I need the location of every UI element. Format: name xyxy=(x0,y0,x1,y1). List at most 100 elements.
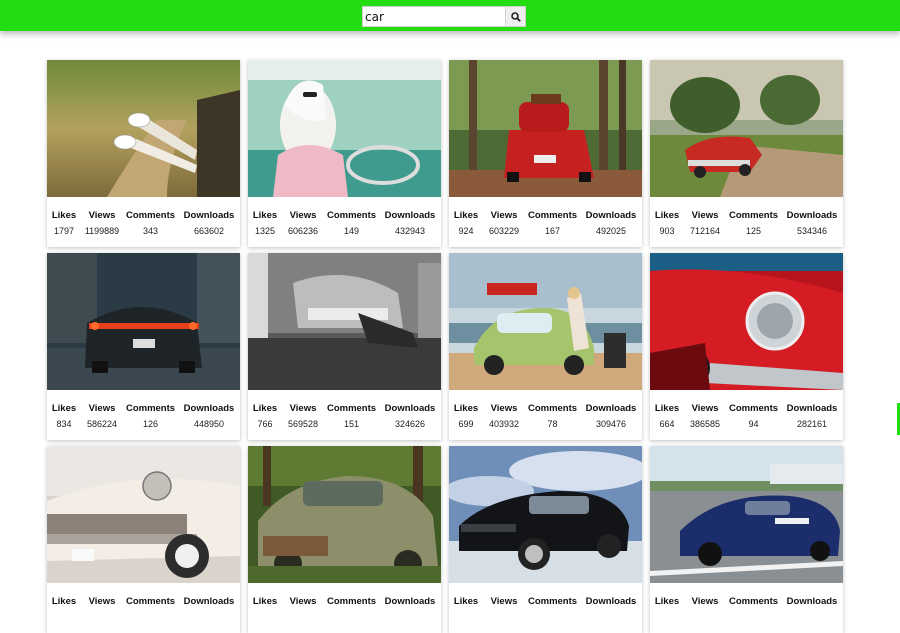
comments-label: Comments xyxy=(527,210,578,221)
likes-value: 903 xyxy=(659,226,675,236)
downloads-label: Downloads xyxy=(585,403,637,414)
views-value: 386585 xyxy=(689,419,721,429)
likes-value: 664 xyxy=(659,419,675,429)
card-stats: Likes 903 Views 712164 Comments 125 Downloa… xyxy=(650,197,843,237)
comments-label: Comments xyxy=(728,210,779,221)
downloads-value: 492025 xyxy=(595,226,627,236)
comments-value: 126 xyxy=(142,419,159,429)
likes-value: 924 xyxy=(458,226,474,236)
image-card[interactable]: Likes Views Comments Downloads xyxy=(449,446,642,633)
views-label: Views xyxy=(691,403,719,414)
car-photo[interactable] xyxy=(47,253,240,390)
downloads-label: Downloads xyxy=(183,403,235,414)
views-value: 712164 xyxy=(689,226,721,236)
car-photo[interactable] xyxy=(449,60,642,197)
likes-label: Likes xyxy=(453,210,479,221)
likes-label: Likes xyxy=(51,403,77,414)
search-input[interactable] xyxy=(363,7,505,26)
downloads-label: Downloads xyxy=(786,403,838,414)
views-value: 606236 xyxy=(287,226,319,236)
card-stats: Likes 699 Views 403932 Comments 78 Download… xyxy=(449,390,642,430)
image-card[interactable]: Likes 924 Views 603229 Comments 167 Downloa… xyxy=(449,60,642,247)
views-label: Views xyxy=(490,210,518,221)
image-card[interactable]: Likes 1797 Views 1199889 Comments 343 Downl… xyxy=(47,60,240,247)
views-label: Views xyxy=(691,210,719,221)
image-card[interactable]: Likes Views Comments Downloads xyxy=(650,446,843,633)
views-label: Views xyxy=(88,210,116,221)
card-stats: Likes 664 Views 386585 Comments 94 Download… xyxy=(650,390,843,430)
comments-value: 167 xyxy=(544,226,561,236)
views-label: Views xyxy=(490,596,518,607)
comments-value: 94 xyxy=(748,419,759,429)
views-label: Views xyxy=(490,403,518,414)
car-photo[interactable] xyxy=(248,446,441,583)
likes-label: Likes xyxy=(252,403,278,414)
image-grid: Likes 1797 Views 1199889 Comments 343 Downl… xyxy=(47,60,843,633)
views-label: Views xyxy=(88,596,116,607)
search-button[interactable] xyxy=(505,7,525,26)
likes-value: 1797 xyxy=(53,226,75,236)
downloads-value: 309476 xyxy=(595,419,627,429)
card-stats: Likes Views Comments Downloads xyxy=(449,583,642,611)
comments-value: 151 xyxy=(343,419,360,429)
image-card[interactable]: Likes 1325 Views 606236 Comments 149 Downlo… xyxy=(248,60,441,247)
car-photo[interactable] xyxy=(449,253,642,390)
comments-label: Comments xyxy=(326,403,377,414)
card-stats: Likes 1797 Views 1199889 Comments 343 Downl… xyxy=(47,197,240,237)
downloads-value: 324626 xyxy=(394,419,426,429)
search-box xyxy=(362,6,526,27)
views-value: 603229 xyxy=(488,226,520,236)
card-stats: Likes 766 Views 569528 Comments 151 Downloa… xyxy=(248,390,441,430)
downloads-value: 448950 xyxy=(193,419,225,429)
image-card[interactable]: Likes 766 Views 569528 Comments 151 Downloa… xyxy=(248,253,441,440)
downloads-value: 663602 xyxy=(193,226,225,236)
car-photo[interactable] xyxy=(650,253,843,390)
card-stats: Likes 1325 Views 606236 Comments 149 Downlo… xyxy=(248,197,441,237)
likes-label: Likes xyxy=(654,403,680,414)
car-photo[interactable] xyxy=(650,446,843,583)
downloads-label: Downloads xyxy=(183,210,235,221)
likes-label: Likes xyxy=(654,210,680,221)
comments-label: Comments xyxy=(728,596,779,607)
likes-value: 699 xyxy=(458,419,474,429)
likes-label: Likes xyxy=(252,210,278,221)
downloads-value: 534346 xyxy=(796,226,828,236)
top-bar xyxy=(0,0,900,31)
likes-label: Likes xyxy=(453,403,479,414)
views-label: Views xyxy=(691,596,719,607)
comments-value: 343 xyxy=(142,226,159,236)
image-card[interactable]: Likes Views Comments Downloads xyxy=(47,446,240,633)
likes-label: Likes xyxy=(51,596,77,607)
downloads-label: Downloads xyxy=(786,210,838,221)
image-card[interactable]: Likes 834 Views 586224 Comments 126 Downloa… xyxy=(47,253,240,440)
comments-label: Comments xyxy=(125,596,176,607)
car-photo[interactable] xyxy=(47,446,240,583)
downloads-value: 432943 xyxy=(394,226,426,236)
image-card[interactable]: Likes Views Comments Downloads xyxy=(248,446,441,633)
car-photo[interactable] xyxy=(248,60,441,197)
card-stats: Likes Views Comments Downloads xyxy=(248,583,441,611)
likes-value: 1325 xyxy=(254,226,276,236)
downloads-value: 282161 xyxy=(796,419,828,429)
comments-value: 125 xyxy=(745,226,762,236)
views-label: Views xyxy=(289,210,317,221)
image-card[interactable]: Likes 699 Views 403932 Comments 78 Download… xyxy=(449,253,642,440)
card-stats: Likes Views Comments Downloads xyxy=(47,583,240,611)
comments-label: Comments xyxy=(527,596,578,607)
comments-value: 149 xyxy=(343,226,360,236)
search-icon xyxy=(510,11,521,22)
card-stats: Likes 924 Views 603229 Comments 167 Downloa… xyxy=(449,197,642,237)
image-card[interactable]: Likes 664 Views 386585 Comments 94 Download… xyxy=(650,253,843,440)
comments-label: Comments xyxy=(326,210,377,221)
car-photo[interactable] xyxy=(449,446,642,583)
car-photo[interactable] xyxy=(650,60,843,197)
likes-label: Likes xyxy=(453,596,479,607)
comments-label: Comments xyxy=(125,403,176,414)
likes-label: Likes xyxy=(51,210,77,221)
car-photo[interactable] xyxy=(47,60,240,197)
comments-label: Comments xyxy=(326,596,377,607)
car-photo[interactable] xyxy=(248,253,441,390)
image-card[interactable]: Likes 903 Views 712164 Comments 125 Downloa… xyxy=(650,60,843,247)
comments-label: Comments xyxy=(527,403,578,414)
views-label: Views xyxy=(88,403,116,414)
